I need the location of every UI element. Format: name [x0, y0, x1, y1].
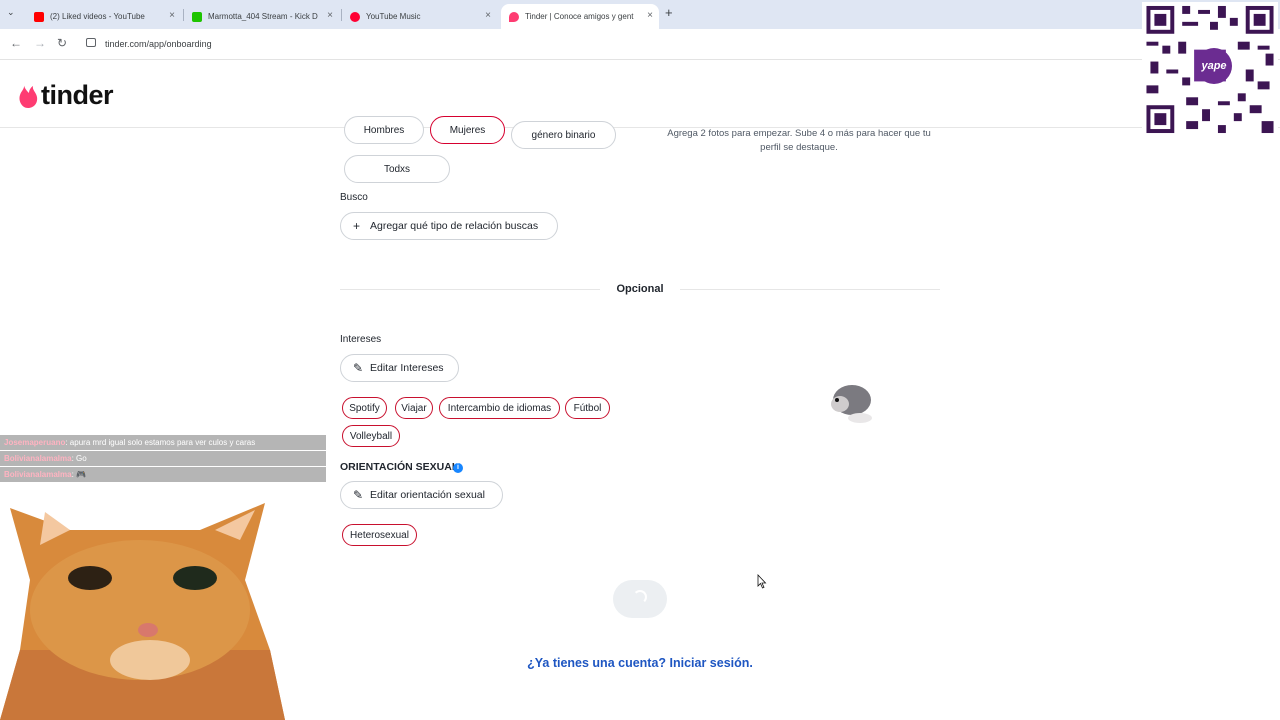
site-header: tinder — [0, 60, 1280, 128]
option-todxs[interactable]: Todxs — [344, 155, 450, 183]
back-arrow-icon[interactable]: ← — [10, 36, 22, 50]
chat-text: : Go — [71, 454, 87, 463]
stream-chat-overlay: Josemaperuano: apura mrd igual solo esta… — [0, 435, 326, 483]
interest-chip[interactable]: Viajar — [395, 397, 433, 419]
option-genero-binario[interactable]: género binario — [511, 121, 616, 149]
chat-username: Josemaperuano — [4, 438, 66, 447]
photo-hint-text: Agrega 2 fotos para empezar. Sube 4 o má… — [667, 128, 931, 153]
tab-title: YouTube Music — [366, 12, 421, 21]
edit-interests-label: Editar Intereses — [370, 362, 444, 374]
site-info-icon[interactable] — [86, 38, 96, 47]
pencil-icon: ✎ — [353, 361, 364, 375]
chat-message: Bolivianalamalma: 🎮 — [0, 467, 326, 482]
busco-label: Busco — [340, 192, 368, 203]
interest-chip[interactable]: Fútbol — [565, 397, 610, 419]
add-relationship-label: Agregar qué tipo de relación buscas — [370, 220, 539, 232]
yape-logo: yape — [1196, 48, 1232, 84]
plus-icon: + — [353, 219, 361, 233]
forward-arrow-icon[interactable]: → — [34, 36, 46, 50]
interest-chip[interactable]: Spotify — [342, 397, 387, 419]
tab-close-icon[interactable]: × — [647, 10, 653, 21]
tab-kick-stream[interactable]: Marmotta_404 Stream - Kick Di × — [184, 4, 339, 29]
chat-username: Bolivianalamalma — [4, 454, 72, 463]
browser-toolbar: ← → ↻ tinder.com/app/onboarding — [0, 29, 1280, 60]
edit-interests-button[interactable]: ✎ Editar Intereses — [340, 354, 459, 382]
screen: ⌄ (2) Liked videos - YouTube × Marmotta_… — [0, 0, 1280, 720]
add-relationship-button[interactable]: + Agregar qué tipo de relación buscas — [340, 212, 558, 240]
option-hombres[interactable]: Hombres — [344, 116, 424, 144]
tab-close-icon[interactable]: × — [485, 10, 491, 21]
browser-tab-bar: ⌄ (2) Liked videos - YouTube × Marmotta_… — [0, 0, 1280, 29]
tab-tinder[interactable]: Tinder | Conoce amigos y gent × — [501, 4, 659, 29]
tab-title: Tinder | Conoce amigos y gent — [525, 12, 634, 21]
cat-webcam-image — [0, 503, 285, 720]
info-icon[interactable]: i — [453, 463, 463, 473]
interest-chip[interactable]: Intercambio de idiomas — [439, 397, 560, 419]
login-link[interactable]: ¿Ya tienes una cuenta? Iniciar sesión. — [440, 656, 840, 670]
tab-search-icon[interactable]: ⌄ — [7, 7, 15, 18]
tab-title: Marmotta_404 Stream - Kick Di — [208, 12, 318, 21]
orientation-label: ORIENTACIÓN SEXUAL — [340, 461, 459, 473]
tinder-favicon-icon — [509, 11, 519, 22]
new-tab-button[interactable]: + — [665, 5, 673, 20]
address-bar[interactable]: tinder.com/app/onboarding — [105, 39, 212, 49]
tab-close-icon[interactable]: × — [327, 10, 333, 21]
logo-text: tinder — [41, 80, 114, 110]
ferret-sticker-image — [828, 378, 876, 425]
flame-icon — [19, 83, 38, 108]
tab-title: (2) Liked videos - YouTube — [50, 12, 145, 21]
chat-message: Josemaperuano: apura mrd igual solo esta… — [0, 435, 326, 450]
tinder-logo[interactable]: tinder — [18, 80, 114, 111]
youtube-favicon-icon — [34, 11, 44, 22]
edit-orientation-button[interactable]: ✎ Editar orientación sexual — [340, 481, 503, 509]
interest-chip[interactable]: Volleyball — [342, 425, 400, 447]
intereses-label: Intereses — [340, 334, 382, 345]
youtube-music-favicon-icon — [350, 11, 360, 22]
tab-youtube-music[interactable]: YouTube Music × — [342, 4, 497, 29]
pencil-icon: ✎ — [353, 488, 364, 502]
chat-username: Bolivianalamalma — [4, 470, 72, 479]
loading-spinner-icon — [633, 590, 647, 604]
chat-message: Bolivianalamalma: Go — [0, 451, 326, 466]
chat-text: : apura mrd igual solo estamos para ver … — [65, 438, 256, 447]
mouse-cursor-icon — [757, 574, 767, 589]
orientation-chip[interactable]: Heterosexual — [342, 524, 417, 546]
kick-favicon-icon — [192, 11, 202, 22]
tab-liked-videos[interactable]: (2) Liked videos - YouTube × — [26, 4, 181, 29]
chat-text: : 🎮 — [71, 470, 86, 479]
tab-close-icon[interactable]: × — [169, 10, 175, 21]
reload-icon[interactable]: ↻ — [57, 36, 67, 50]
option-mujeres[interactable]: Mujeres — [430, 116, 505, 144]
edit-orientation-label: Editar orientación sexual — [370, 489, 485, 501]
optional-label: Opcional — [600, 283, 680, 295]
